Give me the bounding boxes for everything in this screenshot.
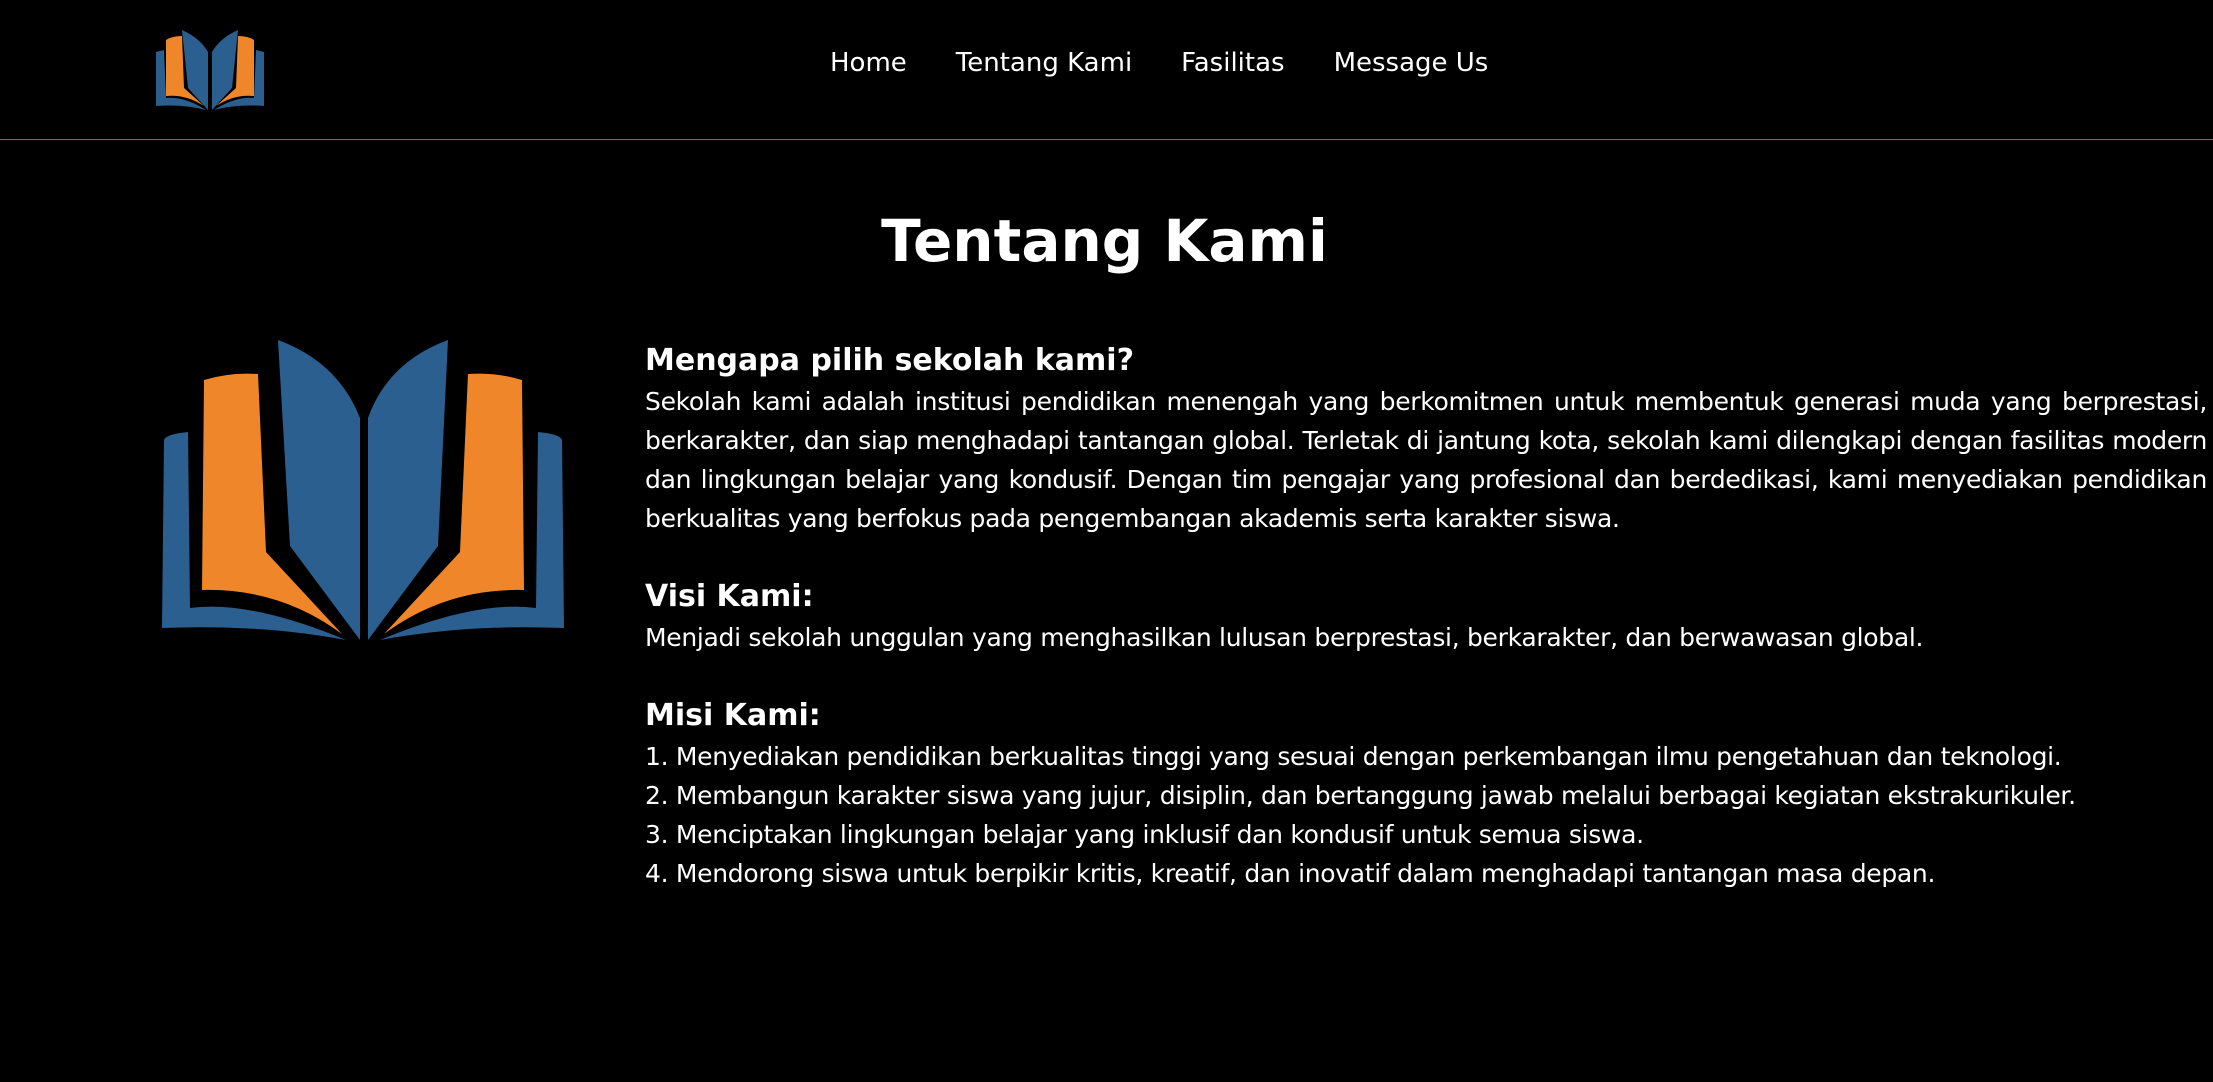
visi-section: Visi Kami: Menjadi sekolah unggulan yang… — [645, 576, 2207, 657]
visi-heading: Visi Kami: — [645, 579, 814, 614]
nav-link-home[interactable]: Home — [830, 44, 907, 82]
nav-link-tentang-kami[interactable]: Tentang Kami — [956, 44, 1132, 82]
nav-links: Home Tentang Kami Fasilitas Message Us — [830, 44, 1488, 82]
navbar: Home Tentang Kami Fasilitas Message Us — [0, 0, 2213, 140]
open-book-hero-icon — [162, 340, 564, 640]
page-title: Tentang Kami — [881, 207, 1328, 275]
about-section: Mengapa pilih sekolah kami? Sekolah kami… — [645, 340, 2207, 538]
misi-list: 1. Menyediakan pendidikan berkualitas ti… — [645, 737, 2207, 893]
about-body: Sekolah kami adalah institusi pendidikan… — [645, 387, 2207, 533]
about-content: Mengapa pilih sekolah kami? Sekolah kami… — [645, 340, 2207, 893]
misi-item: 3. Menciptakan lingkungan belajar yang i… — [645, 820, 1644, 849]
about-heading: Mengapa pilih sekolah kami? — [645, 343, 1134, 378]
open-book-logo-icon[interactable] — [154, 28, 266, 112]
visi-body: Menjadi sekolah unggulan yang menghasilk… — [645, 623, 1924, 652]
misi-section: Misi Kami: 1. Menyediakan pendidikan ber… — [645, 695, 2207, 893]
misi-heading: Misi Kami: — [645, 698, 821, 733]
misi-item: 4. Mendorong siswa untuk berpikir kritis… — [645, 859, 1936, 888]
nav-link-fasilitas[interactable]: Fasilitas — [1181, 44, 1284, 82]
misi-item: 1. Menyediakan pendidikan berkualitas ti… — [645, 742, 2062, 771]
nav-link-message-us[interactable]: Message Us — [1334, 44, 1489, 82]
misi-item: 2. Membangun karakter siswa yang jujur, … — [645, 781, 2076, 810]
